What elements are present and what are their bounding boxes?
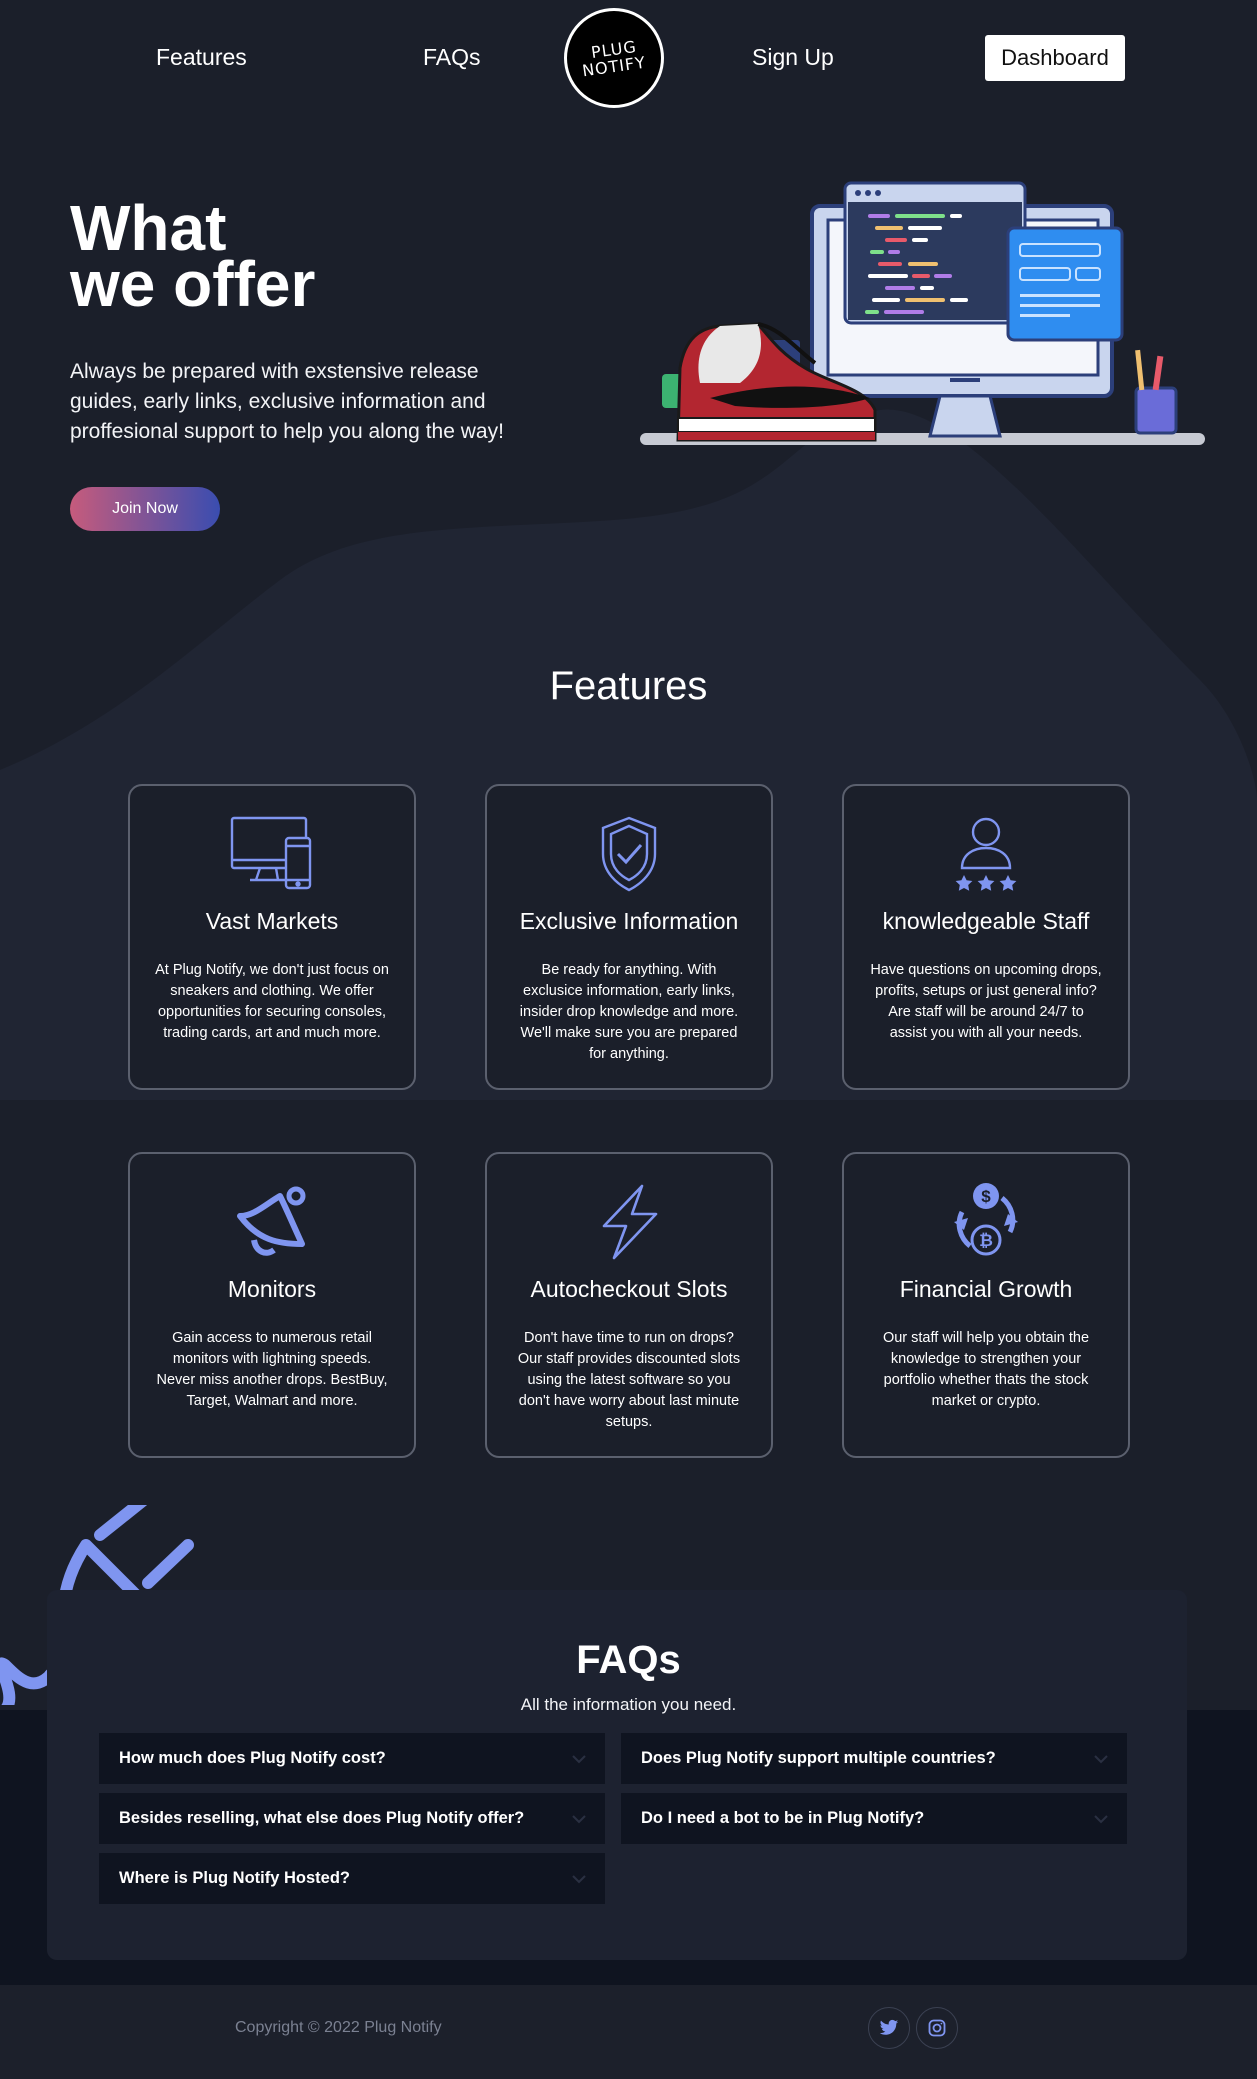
devices-icon bbox=[130, 814, 414, 894]
hero-description: Always be prepared with exstensive relea… bbox=[70, 360, 504, 443]
feature-card-vast-markets: Vast Markets At Plug Notify, we don't ju… bbox=[128, 784, 416, 1090]
top-nav: Features FAQs PLUG NOTIFY Sign Up Dashbo… bbox=[0, 0, 1257, 118]
feature-card-text: Have questions on upcoming drops, profit… bbox=[870, 962, 1102, 1041]
feature-card-text: Gain access to numerous retail monitors … bbox=[156, 1330, 388, 1409]
currency-exchange-icon: $ ₿ bbox=[844, 1182, 1128, 1262]
page: Features FAQs PLUG NOTIFY Sign Up Dashbo… bbox=[0, 0, 1257, 2079]
faq-question: Besides reselling, what else does Plug N… bbox=[119, 1809, 525, 1827]
nav-features-link[interactable]: Features bbox=[156, 44, 247, 71]
faq-item[interactable]: Do I need a bot to be in Plug Notify? bbox=[621, 1793, 1127, 1844]
feature-card-text: Be ready for anything. With exclusice in… bbox=[519, 962, 739, 1062]
faq-question: Where is Plug Notify Hosted? bbox=[119, 1869, 351, 1887]
copyright-text: Copyright © 2022 Plug Notify bbox=[235, 2019, 442, 2036]
faq-question: Do I need a bot to be in Plug Notify? bbox=[641, 1809, 925, 1827]
bell-icon bbox=[130, 1182, 414, 1262]
twitter-icon[interactable] bbox=[868, 2007, 910, 2049]
shield-check-icon bbox=[487, 814, 771, 894]
footer: Copyright © 2022 Plug Notify bbox=[0, 1985, 1257, 2079]
feature-card-title: Financial Growth bbox=[899, 1276, 1073, 1302]
lightning-icon bbox=[487, 1182, 771, 1262]
svg-text:₿: ₿ bbox=[979, 1231, 993, 1250]
faq-item[interactable]: How much does Plug Notify cost? bbox=[99, 1733, 605, 1784]
feature-card-exclusive-information: Exclusive Information Be ready for anyth… bbox=[485, 784, 773, 1090]
plug-notify-logo[interactable]: PLUG NOTIFY bbox=[564, 8, 664, 108]
feature-card-monitors: Monitors Gain access to numerous retail … bbox=[128, 1152, 416, 1458]
hero-title-line2: we offer bbox=[70, 248, 316, 320]
feature-card-text: Our staff will help you obtain the knowl… bbox=[882, 1330, 1090, 1409]
svg-text:$: $ bbox=[981, 1187, 991, 1206]
hero-illustration bbox=[640, 181, 1205, 445]
chevron-down-icon bbox=[572, 1815, 586, 1824]
nav-faqs-link[interactable]: FAQs bbox=[423, 44, 481, 71]
feature-card-title: Autocheckout Slots bbox=[530, 1276, 728, 1302]
feature-card-autocheckout-slots: Autocheckout Slots Don't have time to ru… bbox=[485, 1152, 773, 1458]
join-now-button[interactable]: Join Now bbox=[70, 487, 220, 531]
feature-card-text: At Plug Notify, we don't just focus on s… bbox=[155, 962, 389, 1041]
faq-question: How much does Plug Notify cost? bbox=[119, 1749, 386, 1767]
faq-heading: FAQs bbox=[576, 1638, 681, 1682]
feature-card-title: Exclusive Information bbox=[519, 908, 739, 934]
faq-item[interactable]: Where is Plug Notify Hosted? bbox=[99, 1853, 605, 1904]
features-heading: Features bbox=[549, 664, 708, 708]
faq-item[interactable]: Besides reselling, what else does Plug N… bbox=[99, 1793, 605, 1844]
user-stars-icon bbox=[844, 814, 1128, 894]
faq-item[interactable]: Does Plug Notify support multiple countr… bbox=[621, 1733, 1127, 1784]
instagram-icon[interactable] bbox=[916, 2007, 958, 2049]
chevron-down-icon bbox=[1094, 1755, 1108, 1764]
feature-card-title: Vast Markets bbox=[205, 908, 339, 934]
nav-signup-link[interactable]: Sign Up bbox=[752, 44, 834, 71]
feature-card-financial-growth: $ ₿ Financial Growth Our staff will help… bbox=[842, 1152, 1130, 1458]
dashboard-button[interactable]: Dashboard bbox=[985, 35, 1125, 81]
feature-card-title: Monitors bbox=[227, 1276, 317, 1302]
feature-card-text: Don't have time to run on drops? Our sta… bbox=[517, 1330, 741, 1430]
feature-card-title: knowledgeable Staff bbox=[882, 908, 1090, 934]
chevron-down-icon bbox=[1094, 1815, 1108, 1824]
faq-subtitle: All the information you need. bbox=[520, 1695, 737, 1714]
chevron-down-icon bbox=[572, 1755, 586, 1764]
faq-question: Does Plug Notify support multiple countr… bbox=[641, 1749, 996, 1767]
feature-card-knowledgeable-staff: knowledgeable Staff Have questions on up… bbox=[842, 784, 1130, 1090]
chevron-down-icon bbox=[572, 1875, 586, 1884]
hero-title: What we offer bbox=[70, 196, 315, 316]
